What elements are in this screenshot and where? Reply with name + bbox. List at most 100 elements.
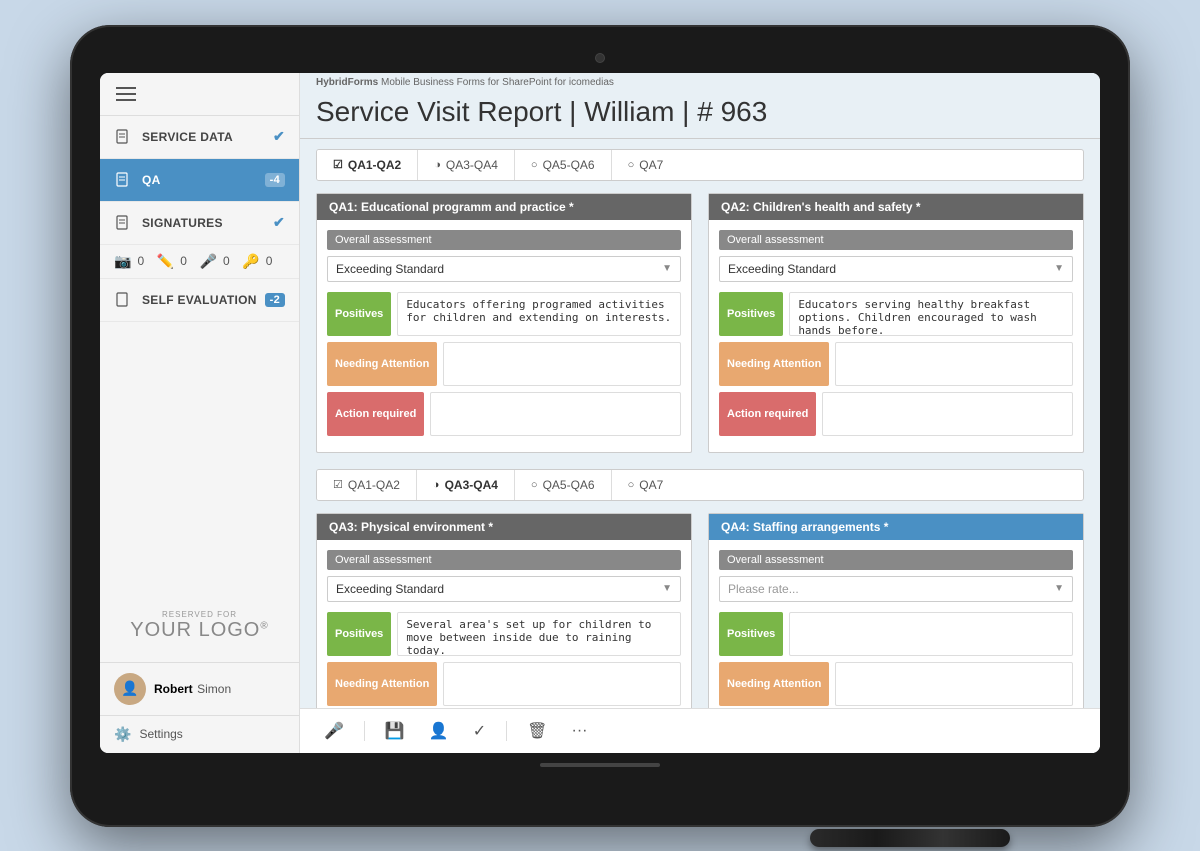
signatures-icon [114,214,132,232]
qa2-positives-row: Positives [719,292,1073,336]
main-content: HybridForms Mobile Business Forms for Sh… [300,73,1100,753]
tab-qa3-qa4-b[interactable]: ◑ QA3-QA4 [417,470,515,500]
qa3-overall-label: Overall assessment [327,550,681,570]
qa2-action-row: Action required [719,392,1073,436]
sidebar-user: 👤 Robert Simon [100,662,299,715]
qa2-body: Overall assessment Exceeding Standard ▼ … [709,220,1083,452]
logo-reg: ® [260,620,268,631]
bottom-toolbar: 🎤 💾 👤 ✓ 🗑 ··· [300,708,1100,753]
needing-attention-label-3: Needing Attention [327,662,437,706]
mic-icon: 🎤 [200,253,217,270]
positives-label-2: Positives [719,292,783,336]
sidebar-nav: SERVICE DATA ✔ QA -4 [100,116,299,590]
check-icon: ✔ [273,214,285,231]
user-name: Robert Simon [154,680,231,698]
action-required-label: Action required [327,392,424,436]
sidebar-item-self-eval[interactable]: SELF EVALUATION -2 [100,279,299,322]
qa3-header: QA3: Physical environment * [317,514,691,540]
sidebar-settings[interactable]: ⚙️ Settings [100,715,299,753]
dropdown-arrow-icon: ▼ [662,263,672,274]
key-count-value: 0 [266,254,273,268]
qa1-overall-dropdown[interactable]: Exceeding Standard ▼ [327,256,681,282]
qa-grid-top: QA1: Educational programm and practice *… [316,193,1084,453]
qa2-overall-dropdown[interactable]: Exceeding Standard ▼ [719,256,1073,282]
qa2-action-input[interactable] [822,392,1073,436]
dropdown-arrow-icon-4: ▼ [1054,583,1064,594]
camera-icon: 📷 [114,253,131,270]
toolbar-check-icon[interactable]: ✓ [465,717,494,745]
bottom-tab-bar: ☑ QA1-QA2 ◑ QA3-QA4 ○ QA5-QA6 ○ [316,469,1084,501]
qa3-positives-input[interactable] [397,612,681,656]
toolbar-user-icon[interactable]: 👤 [421,717,457,745]
camera-count: 📷 0 [114,253,157,270]
tab-check-icon-b: ☑ [333,478,343,491]
tab-half-icon-b: ◑ [433,479,440,491]
tab-qa1-qa2[interactable]: ☑ QA1-QA2 [317,150,418,180]
qa4-needing-input[interactable] [835,662,1073,706]
qa1-needing-input[interactable] [443,342,681,386]
qa1-needing-row: Needing Attention [327,342,681,386]
tab-circle-icon: ○ [531,159,538,171]
key-count: 🔑 0 [242,253,285,270]
qa4-positives-input[interactable] [789,612,1073,656]
pencil-icon: ✏️ [157,253,174,270]
qa4-header: QA4: Staffing arrangements * [709,514,1083,540]
tab-check-icon: ☑ [333,158,343,171]
qa1-action-row: Action required [327,392,681,436]
needing-attention-label-4: Needing Attention [719,662,829,706]
tab-circle-icon-2-b: ○ [628,479,635,491]
hamburger-menu-icon[interactable] [116,87,136,101]
qa2-positives-input[interactable] [789,292,1073,336]
user-avatar: 👤 [114,673,146,705]
qa1-overall-label: Overall assessment [327,230,681,250]
sidebar-item-label: SIGNATURES [142,216,223,230]
qa1-positives-row: Positives [327,292,681,336]
qa2-overall-label: Overall assessment [719,230,1073,250]
home-bar [540,763,660,767]
tab-half-icon: ◑ [434,159,441,171]
tab-qa7-b[interactable]: ○ QA7 [612,470,680,500]
toolbar-divider-1 [364,721,365,741]
page-title: Service Visit Report | William | # 963 [300,90,1100,139]
key-icon: 🔑 [242,253,259,270]
check-icon: ✔ [273,128,285,145]
toolbar-delete-icon[interactable]: 🗑 [519,717,555,745]
tab-circle-icon-2: ○ [628,159,635,171]
dropdown-arrow-icon-3: ▼ [662,583,672,594]
tab-qa3-qa4[interactable]: ◑ QA3-QA4 [418,150,515,180]
qa3-positives-row: Positives [327,612,681,656]
mic-count-value: 0 [223,254,230,268]
sub-icons-row: 📷 0 ✏️ 0 🎤 0 🔑 0 [100,245,299,279]
toolbar-mic-icon[interactable]: 🎤 [316,717,352,745]
qa4-body: Overall assessment Please rate... ▼ Posi… [709,540,1083,708]
tab-qa5-qa6[interactable]: ○ QA5-QA6 [515,150,612,180]
stylus-pen [810,829,1010,847]
qa4-positives-row: Positives [719,612,1073,656]
sidebar-item-label: QA [142,173,161,187]
sidebar-item-signatures[interactable]: SIGNATURES ✔ [100,202,299,245]
camera-count-value: 0 [137,254,144,268]
sidebar-item-label: SERVICE DATA [142,130,233,144]
top-tab-bar: ☑ QA1-QA2 ◑ QA3-QA4 ○ QA5-QA6 ○ [316,149,1084,181]
toolbar-more-icon[interactable]: ··· [563,718,595,744]
qa-grid-bottom: QA3: Physical environment * Overall asse… [316,513,1084,708]
tab-qa5-qa6-b[interactable]: ○ QA5-QA6 [515,470,612,500]
qa3-overall-dropdown[interactable]: Exceeding Standard ▼ [327,576,681,602]
self-eval-badge: -2 [265,293,285,307]
sidebar-item-service-data[interactable]: SERVICE DATA ✔ [100,116,299,159]
toolbar-save-icon[interactable]: 💾 [377,717,413,745]
dropdown-arrow-icon-2: ▼ [1054,263,1064,274]
qa3-body: Overall assessment Exceeding Standard ▼ … [317,540,691,708]
qa4-overall-dropdown[interactable]: Please rate... ▼ [719,576,1073,602]
sidebar-item-qa[interactable]: QA -4 [100,159,299,202]
qa1-action-input[interactable] [430,392,681,436]
qa1-positives-input[interactable] [397,292,681,336]
action-required-label-2: Action required [719,392,816,436]
qa3-needing-input[interactable] [443,662,681,706]
tab-qa1-qa2-b[interactable]: ☑ QA1-QA2 [317,470,417,500]
qa-icon [114,171,132,189]
tab-qa7[interactable]: ○ QA7 [612,150,680,180]
qa2-needing-input[interactable] [835,342,1073,386]
tab-circle-icon-b: ○ [531,479,538,491]
gear-icon: ⚙️ [114,726,131,743]
